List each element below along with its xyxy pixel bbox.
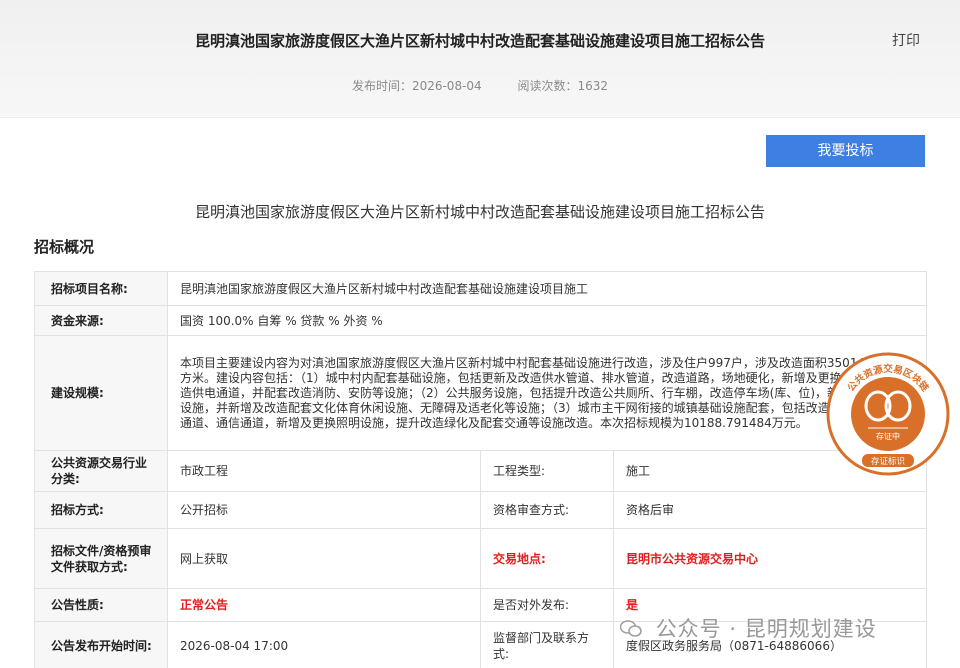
method-value: 公开招标: [167, 491, 481, 529]
print-button[interactable]: 打印: [892, 30, 920, 50]
announcement-title: 昆明滇池国家旅游度假区大渔片区新村城中村改造配套基础设施建设项目施工招标公告: [194, 203, 765, 221]
doc-method-label: 招标文件/资格预审文件获取方式:: [34, 528, 168, 589]
project-name-value: 昆明滇池国家旅游度假区大渔片区新村城中村改造配套基础设施建设项目施工: [166, 271, 928, 306]
wechat-watermark: 公众号 · 昆明规划建设: [620, 613, 877, 643]
start-time-value: 2026-08-04 17:00: [167, 621, 481, 668]
page-header: 昆明滇池国家旅游度假区大渔片区新村城中村改造配套基础设施建设项目施工招标公告 打…: [0, 0, 960, 118]
page-title: 昆明滇池国家旅游度假区大渔片区新村城中村改造配套基础设施建设项目施工招标公告: [194, 32, 765, 50]
bid-button[interactable]: 我要投标: [766, 135, 925, 167]
bid-info-table: 招标项目名称: 昆明滇池国家旅游度假区大渔片区新村城中村改造配套基础设施建设项目…: [34, 271, 928, 668]
table-row: 公共资源交易行业分类: 市政工程 工程类型: 施工: [34, 450, 928, 492]
fund-source-value: 国资 100.0% 自筹 % 贷款 % 外资 %: [166, 305, 928, 336]
fund-source-label: 资金来源:: [34, 305, 168, 336]
venue-label: 交易地点:: [480, 528, 614, 589]
article-meta: 发布时间：2026-08-04 阅读次数：1632: [0, 77, 960, 94]
doc-method-value: 网上获取: [167, 528, 481, 589]
nature-label: 公告性质:: [34, 588, 168, 622]
table-row: 招标文件/资格预审文件获取方式: 网上获取 交易地点: 昆明市公共资源交易中心: [34, 528, 928, 589]
blockchain-stamp-icon: 公共资源交易区块链 存证中 存证标识: [826, 352, 950, 476]
start-time-label: 公告发布开始时间:: [34, 621, 168, 668]
stamp-bottom-text: 存证标识: [871, 456, 905, 467]
table-row: 建设规模: 本项目主要建设内容为对滇池国家旅游度假区大渔片区新村城中村配套基础设…: [34, 335, 928, 451]
method-label: 招标方式:: [34, 491, 168, 529]
watermark-text: 公众号 · 昆明规划建设: [655, 617, 877, 641]
nature-value: 正常公告: [167, 588, 481, 622]
scale-value: 本项目主要建设内容为对滇池国家旅游度假区大渔片区新村城中村配套基础设施进行改造，…: [166, 335, 928, 451]
qualification-label: 资格审查方式:: [480, 491, 614, 529]
stamp-middle-text: 存证中: [876, 431, 900, 441]
table-row: 招标方式: 公开招标 资格审查方式: 资格后审: [34, 491, 928, 529]
section-title: 招标概况: [34, 238, 95, 256]
category-label: 公共资源交易行业分类:: [34, 450, 168, 492]
wechat-icon: [620, 620, 642, 637]
project-name-label: 招标项目名称:: [34, 271, 168, 306]
external-label: 是否对外发布:: [480, 588, 614, 622]
read-count: 阅读次数：1632: [517, 79, 609, 93]
table-row: 招标项目名称: 昆明滇池国家旅游度假区大渔片区新村城中村改造配套基础设施建设项目…: [34, 271, 928, 306]
scale-label: 建设规模:: [34, 335, 168, 451]
venue-value: 昆明市公共资源交易中心: [612, 528, 928, 589]
supervisor-label: 监督部门及联系方式:: [480, 621, 614, 668]
qualification-value: 资格后审: [612, 491, 928, 529]
publish-time: 发布时间：2026-08-04: [351, 79, 482, 93]
project-type-label: 工程类型:: [480, 450, 614, 492]
table-row: 资金来源: 国资 100.0% 自筹 % 贷款 % 外资 %: [34, 305, 928, 336]
category-value: 市政工程: [167, 450, 481, 492]
